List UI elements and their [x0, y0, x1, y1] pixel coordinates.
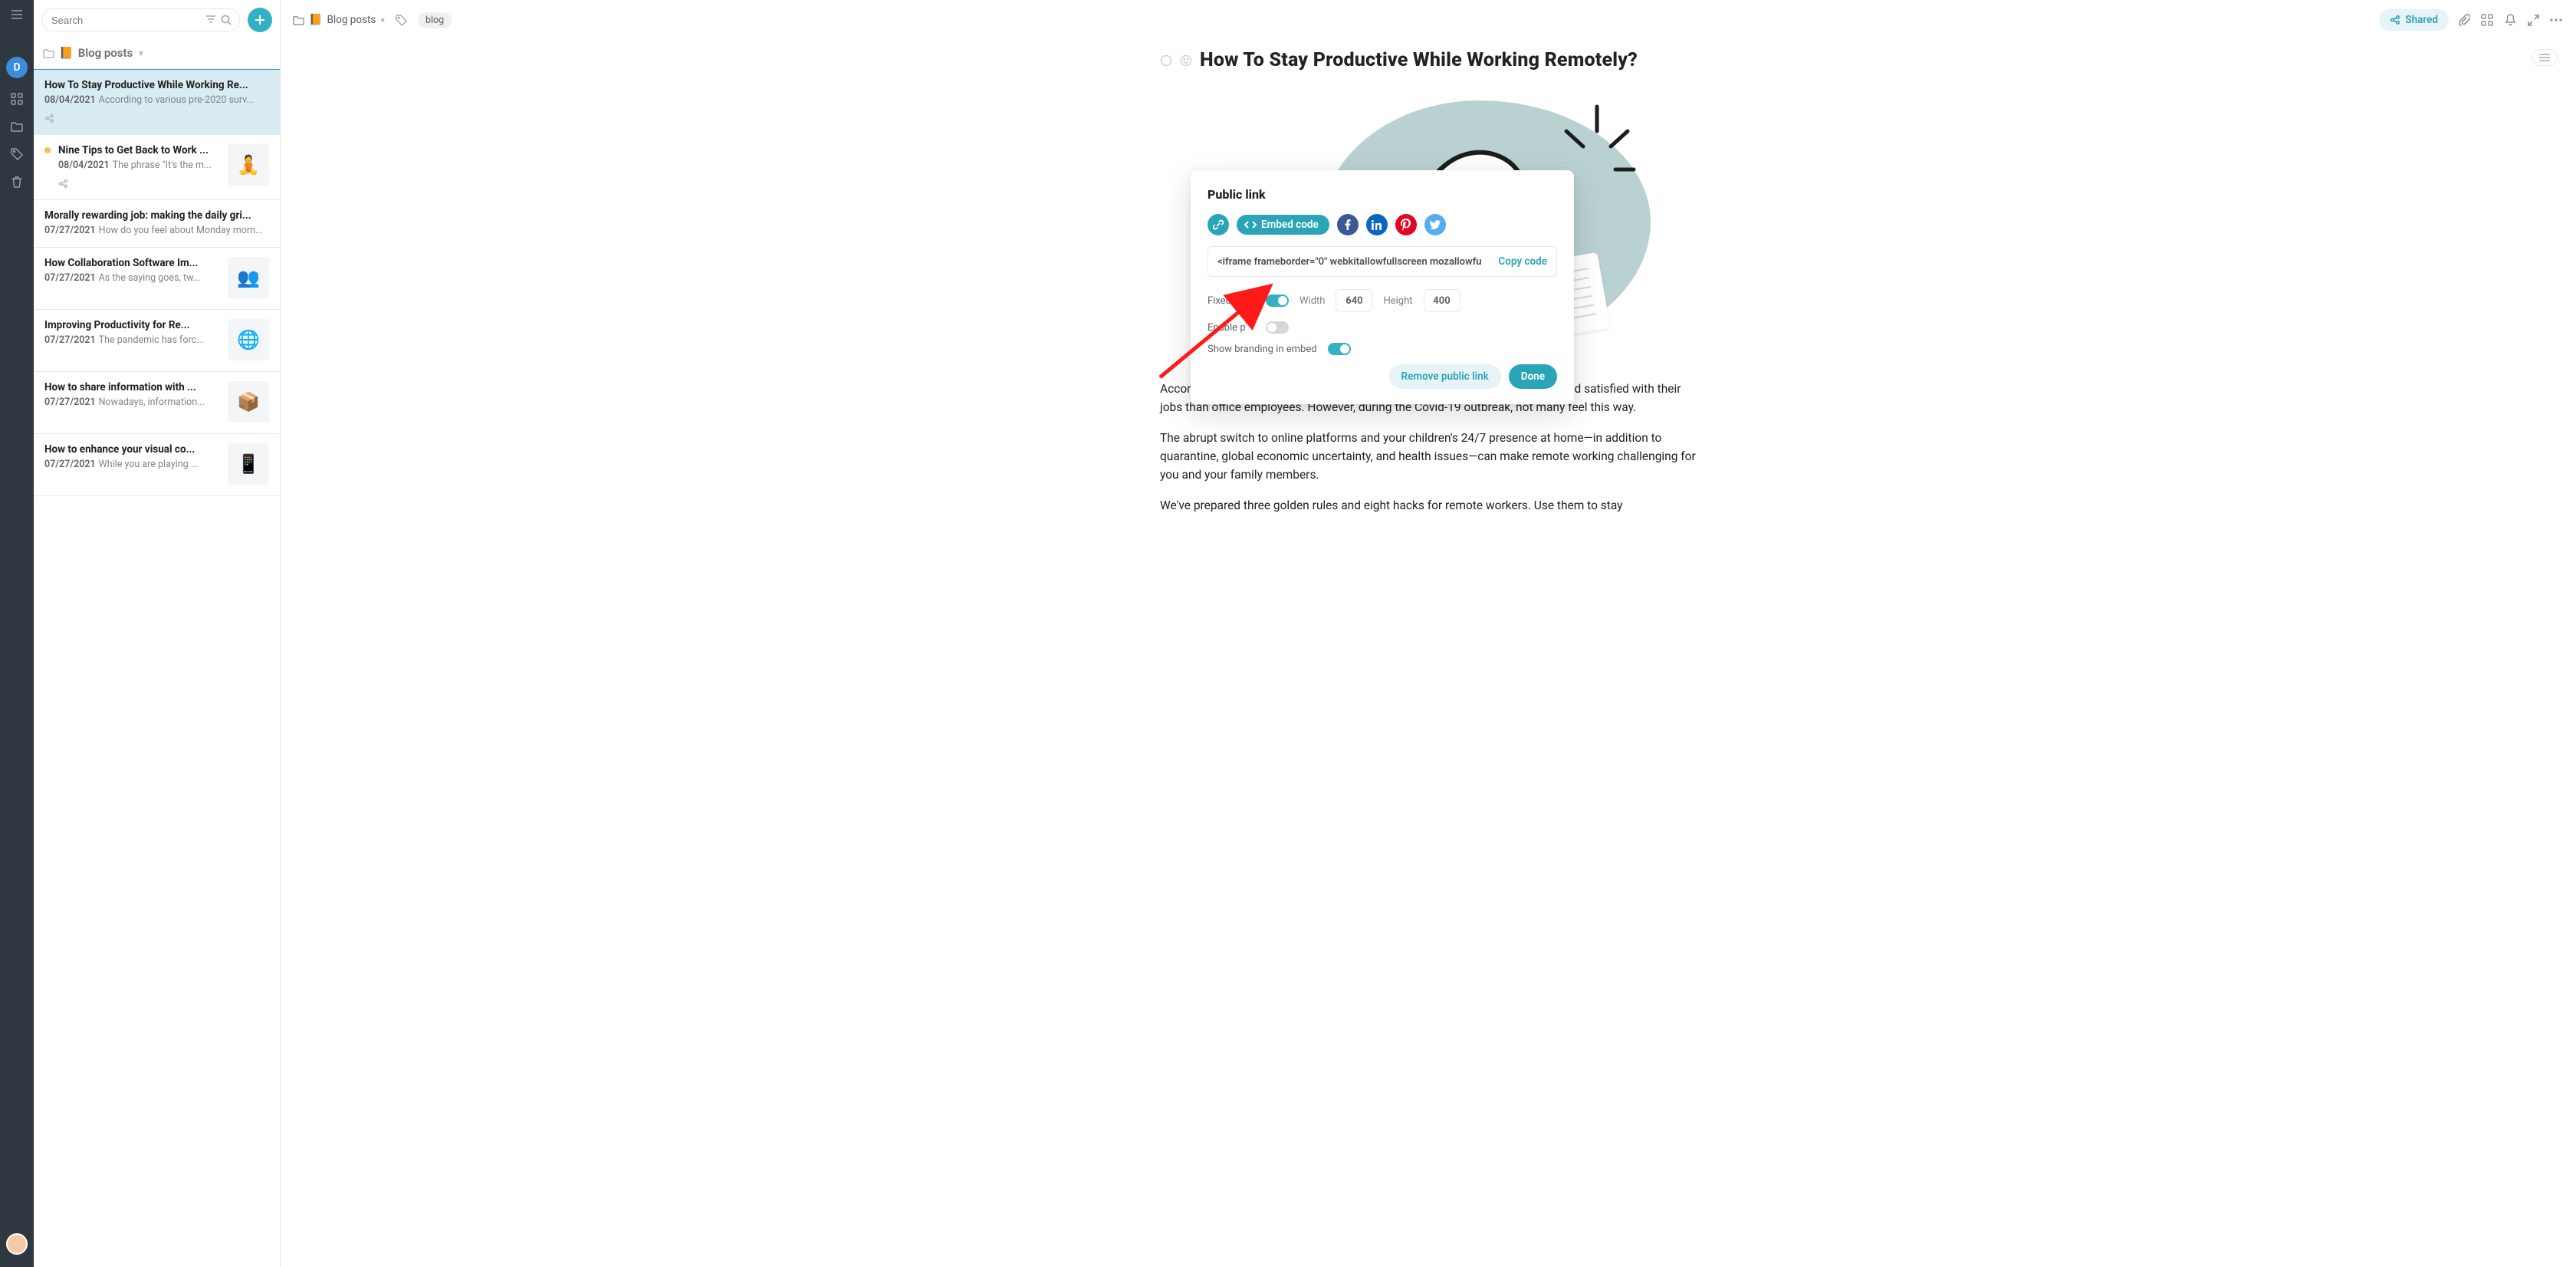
- done-button[interactable]: Done: [1509, 364, 1557, 389]
- note-thumbnail: 🌐: [228, 319, 269, 360]
- new-note-button[interactable]: [248, 8, 272, 32]
- note-title: Morally rewarding job: making the daily …: [44, 209, 269, 222]
- note-thumbnail: 👥: [228, 257, 269, 298]
- chevron-down-icon: ▾: [139, 48, 143, 58]
- note-card[interactable]: Nine Tips to Get Back to Work ... 08/04/…: [34, 134, 280, 199]
- height-label: Height: [1383, 295, 1412, 307]
- breadcrumb[interactable]: 📙 Blog posts ▾: [293, 14, 385, 26]
- top-bar: 📙 Blog posts ▾ blog Shared: [281, 0, 2576, 40]
- tag-outline-icon[interactable]: [396, 15, 407, 26]
- paragraph: We've prepared three golden rules and ei…: [1160, 496, 1697, 515]
- enable-password-label: Enable p: [1208, 322, 1255, 334]
- width-label: Width: [1300, 295, 1325, 307]
- pinterest-share-button[interactable]: [1395, 214, 1417, 235]
- widgets-icon[interactable]: [2479, 14, 2495, 26]
- more-icon[interactable]: [2548, 18, 2564, 21]
- tag-chip[interactable]: blog: [418, 12, 452, 28]
- embed-code-field[interactable]: <iframe frameborder="0" webkitallowfulls…: [1208, 246, 1557, 277]
- height-input[interactable]: 400: [1424, 289, 1460, 312]
- show-branding-label: Show branding in embed: [1208, 344, 1317, 355]
- linkedin-share-button[interactable]: [1366, 214, 1388, 235]
- enable-password-toggle[interactable]: [1266, 321, 1289, 334]
- folder-name: Blog posts: [78, 46, 133, 60]
- folder-emoji-icon: 📙: [309, 14, 322, 26]
- status-dot-icon: [44, 147, 51, 153]
- document-pane: 📙 Blog posts ▾ blog Shared: [281, 0, 2576, 1267]
- shared-button[interactable]: Shared: [2379, 9, 2449, 31]
- attachment-icon[interactable]: [2456, 14, 2472, 26]
- trash-icon[interactable]: [10, 175, 24, 189]
- note-meta: 07/27/2021The pandemic has forc...: [44, 334, 220, 346]
- remove-public-link-button[interactable]: Remove public link: [1389, 364, 1501, 389]
- show-branding-toggle[interactable]: [1328, 343, 1351, 355]
- paragraph: The abrupt switch to online platforms an…: [1160, 429, 1697, 484]
- note-title: Nine Tips to Get Back to Work ...: [58, 144, 220, 156]
- expand-icon[interactable]: [2525, 15, 2541, 26]
- note-card[interactable]: How Collaboration Software Im... 07/27/2…: [34, 247, 280, 309]
- note-card[interactable]: How to enhance your visual co... 07/27/2…: [34, 433, 280, 496]
- modal-title: Public link: [1208, 187, 1557, 202]
- note-card[interactable]: How to share information with ... 07/27/…: [34, 371, 280, 433]
- note-meta: 07/27/2021As the saying goes, tw...: [44, 272, 220, 284]
- user-avatar[interactable]: [6, 1233, 28, 1255]
- share-icon: [58, 179, 220, 189]
- facebook-share-button[interactable]: [1337, 214, 1359, 235]
- folder-outline-icon: [293, 15, 304, 25]
- doc-menu-button[interactable]: [2532, 49, 2558, 66]
- note-thumbnail: 🧘: [228, 144, 269, 186]
- menu-icon[interactable]: [10, 8, 24, 21]
- bell-icon[interactable]: [2502, 14, 2518, 26]
- notes-list: How To Stay Productive While Working Re.…: [34, 69, 280, 1267]
- note-card[interactable]: How To Stay Productive While Working Re.…: [34, 69, 280, 134]
- folder-heading[interactable]: 📙 Blog posts ▾: [34, 40, 280, 69]
- breadcrumb-folder: Blog posts: [327, 14, 376, 26]
- public-link-modal: Public link Embed code <iframe framebord…: [1191, 170, 1574, 404]
- width-input[interactable]: 640: [1336, 289, 1372, 312]
- note-title: How to enhance your visual co...: [44, 443, 220, 456]
- fixed-size-label: Fixed size: [1208, 295, 1255, 307]
- note-title: How To Stay Productive While Working Re.…: [44, 79, 269, 91]
- share-icon: [2390, 15, 2400, 25]
- grid-icon[interactable]: [10, 92, 24, 106]
- note-card[interactable]: Improving Productivity for Re... 07/27/2…: [34, 309, 280, 371]
- twitter-share-button[interactable]: [1424, 214, 1446, 235]
- document-title[interactable]: How To Stay Productive While Working Rem…: [1200, 49, 1638, 71]
- nav-rail: D: [0, 0, 34, 1267]
- tag-icon[interactable]: [10, 147, 24, 161]
- emoji-picker-icon[interactable]: [1180, 54, 1192, 67]
- embed-code-tab[interactable]: Embed code: [1237, 215, 1329, 235]
- embed-code-text: <iframe frameborder="0" webkitallowfulls…: [1217, 256, 1492, 268]
- document-body: How To Stay Productive While Working Rem…: [281, 40, 2576, 1267]
- note-title: How Collaboration Software Im...: [44, 257, 220, 269]
- filter-icon[interactable]: [205, 15, 216, 25]
- folder-icon[interactable]: [10, 120, 24, 133]
- search-field[interactable]: [41, 8, 240, 31]
- folder-emoji-icon: 📙: [59, 46, 74, 60]
- status-circle-icon[interactable]: [1160, 54, 1172, 67]
- workspace-avatar[interactable]: D: [6, 57, 28, 78]
- note-meta: 08/04/2021The phrase "It's the m...: [58, 160, 220, 171]
- note-meta: 07/27/2021Nowadays, information...: [44, 397, 220, 408]
- copy-code-button[interactable]: Copy code: [1498, 255, 1547, 268]
- search-icon[interactable]: [221, 15, 232, 25]
- chevron-down-icon: ▾: [380, 15, 385, 25]
- note-title: How to share information with ...: [44, 381, 220, 393]
- fixed-size-toggle[interactable]: [1266, 295, 1289, 307]
- note-meta: 07/27/2021While you are playing ...: [44, 459, 220, 470]
- shared-label: Shared: [2405, 14, 2438, 26]
- note-meta: 07/27/2021How do you feel about Monday m…: [44, 225, 269, 236]
- share-icon: [44, 114, 269, 123]
- note-card[interactable]: Morally rewarding job: making the daily …: [34, 199, 280, 247]
- search-input[interactable]: [50, 14, 201, 27]
- notes-list-panel: 📙 Blog posts ▾ How To Stay Productive Wh…: [34, 0, 281, 1267]
- note-thumbnail: 📱: [228, 443, 269, 485]
- copy-link-button[interactable]: [1208, 214, 1229, 235]
- note-thumbnail: 📦: [228, 381, 269, 423]
- note-title: Improving Productivity for Re...: [44, 319, 220, 331]
- note-meta: 08/04/2021According to various pre-2020 …: [44, 94, 269, 106]
- folder-outline-icon: [43, 48, 54, 58]
